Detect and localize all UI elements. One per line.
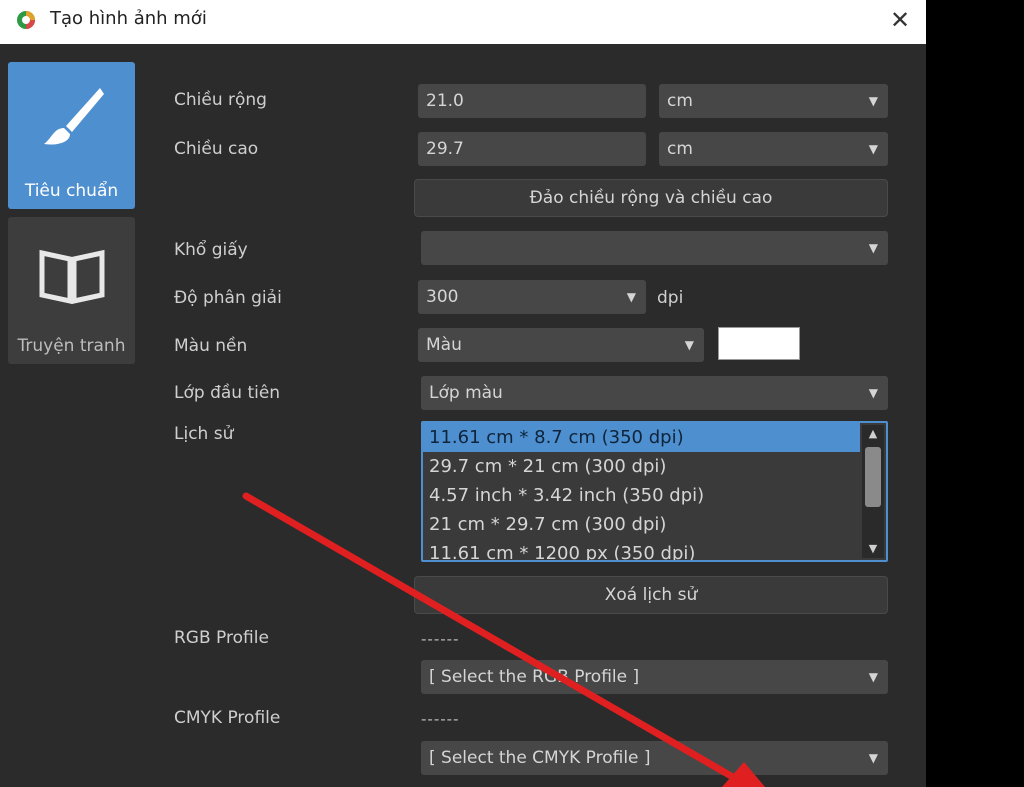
chevron-down-icon: ▼ bbox=[868, 94, 878, 108]
tab-standard[interactable]: Tiêu chuẩn bbox=[8, 62, 135, 209]
app-logo-icon bbox=[17, 11, 35, 29]
cmyk-profile-current: ------ bbox=[421, 710, 460, 728]
book-icon bbox=[39, 249, 105, 305]
paper-size-select[interactable]: ▼ bbox=[421, 231, 888, 265]
background-color-swatch[interactable] bbox=[718, 327, 800, 360]
chevron-down-icon: ▼ bbox=[684, 338, 694, 352]
history-list[interactable]: 11.61 cm * 8.7 cm (350 dpi) 29.7 cm * 21… bbox=[421, 421, 888, 562]
rgb-profile-label: RGB Profile bbox=[174, 628, 269, 648]
resolution-label: Độ phân giải bbox=[174, 288, 282, 308]
width-unit-select[interactable]: cm ▼ bbox=[659, 84, 888, 118]
height-unit-value: cm bbox=[667, 139, 693, 159]
list-item[interactable]: 11.61 cm * 8.7 cm (350 dpi) bbox=[423, 423, 860, 452]
background-label: Màu nền bbox=[174, 336, 248, 356]
paintbrush-icon bbox=[44, 88, 104, 145]
chevron-down-icon: ▼ bbox=[626, 290, 636, 304]
chevron-down-icon: ▼ bbox=[868, 142, 878, 156]
title-bar: Tạo hình ảnh mới ✕ bbox=[0, 0, 926, 44]
first-layer-value: Lớp màu bbox=[429, 383, 503, 403]
resolution-unit: dpi bbox=[657, 288, 684, 308]
chevron-down-icon: ▼ bbox=[868, 751, 878, 765]
tab-comic[interactable]: Truyện tranh bbox=[8, 217, 135, 364]
list-item[interactable]: 21 cm * 29.7 cm (300 dpi) bbox=[423, 510, 886, 539]
width-unit-value: cm bbox=[667, 91, 693, 111]
scrollbar-thumb[interactable] bbox=[865, 447, 881, 507]
width-input[interactable]: 21.0 bbox=[418, 84, 646, 118]
history-scrollbar[interactable]: ▲ ▼ bbox=[862, 425, 884, 558]
paper-size-label: Khổ giấy bbox=[174, 240, 248, 260]
background-select[interactable]: Màu ▼ bbox=[418, 328, 704, 362]
tab-standard-label: Tiêu chuẩn bbox=[24, 181, 119, 201]
height-label: Chiều cao bbox=[174, 139, 259, 159]
clear-history-button[interactable]: Xoá lịch sử bbox=[414, 576, 888, 614]
new-image-dialog: Tạo hình ảnh mới ✕ Tiêu chuẩn Truyện tra… bbox=[0, 0, 926, 787]
list-item[interactable]: 4.57 inch * 3.42 inch (350 dpi) bbox=[423, 481, 886, 510]
background-value: Màu bbox=[426, 335, 462, 355]
height-unit-select[interactable]: cm ▼ bbox=[659, 132, 888, 166]
rgb-profile-select[interactable]: [ Select the RGB Profile ] ▼ bbox=[421, 660, 888, 694]
scroll-down-icon[interactable]: ▼ bbox=[865, 542, 881, 556]
close-button[interactable]: ✕ bbox=[884, 4, 916, 36]
chevron-down-icon: ▼ bbox=[868, 386, 878, 400]
rgb-profile-current: ------ bbox=[421, 630, 460, 648]
chevron-down-icon: ▼ bbox=[868, 670, 878, 684]
first-layer-label: Lớp đầu tiên bbox=[174, 383, 281, 403]
resolution-select[interactable]: 300 ▼ bbox=[418, 280, 646, 314]
rgb-profile-placeholder: [ Select the RGB Profile ] bbox=[429, 667, 640, 687]
height-input[interactable]: 29.7 bbox=[418, 132, 646, 166]
scroll-up-icon[interactable]: ▲ bbox=[865, 427, 881, 441]
first-layer-select[interactable]: Lớp màu ▼ bbox=[421, 376, 888, 410]
resolution-value: 300 bbox=[426, 287, 459, 307]
list-item[interactable]: 11.61 cm * 1200 px (350 dpi) bbox=[423, 539, 886, 560]
swap-dimensions-button[interactable]: Đảo chiều rộng và chiều cao bbox=[414, 179, 888, 217]
width-label: Chiều rộng bbox=[174, 90, 267, 110]
list-item[interactable]: 29.7 cm * 21 cm (300 dpi) bbox=[423, 452, 886, 481]
tab-comic-label: Truyện tranh bbox=[17, 336, 126, 356]
cmyk-profile-placeholder: [ Select the CMYK Profile ] bbox=[429, 748, 651, 768]
chevron-down-icon: ▼ bbox=[868, 241, 878, 255]
history-label: Lịch sử bbox=[174, 424, 234, 444]
cmyk-profile-label: CMYK Profile bbox=[174, 708, 281, 728]
cmyk-profile-select[interactable]: [ Select the CMYK Profile ] ▼ bbox=[421, 741, 888, 775]
dialog-title: Tạo hình ảnh mới bbox=[50, 8, 207, 29]
